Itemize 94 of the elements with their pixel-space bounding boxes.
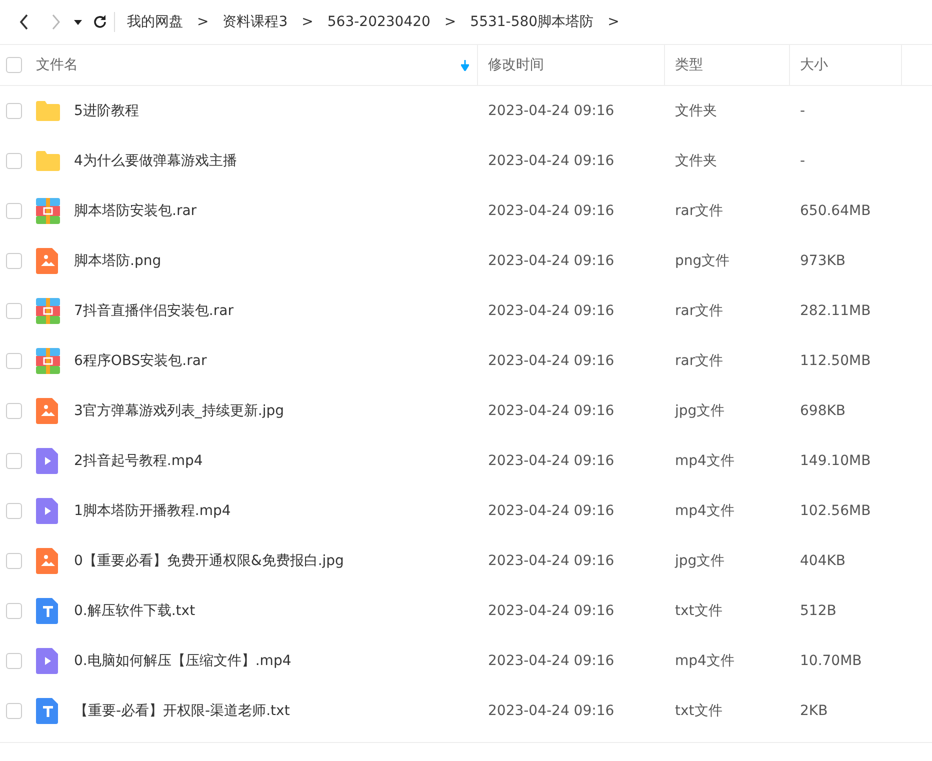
- row-checkbox[interactable]: [6, 203, 22, 219]
- file-type: txt文件: [674, 702, 724, 720]
- folder-icon: [36, 100, 60, 122]
- modified-time: 2023-04-24 09:16: [487, 103, 616, 119]
- file-name[interactable]: 0.电脑如何解压【压缩文件】.mp4: [74, 652, 292, 670]
- folder-icon: [36, 150, 60, 172]
- breadcrumb-separator: >: [444, 14, 456, 30]
- caret-icon[interactable]: [74, 20, 82, 24]
- modified-time: 2023-04-24 09:16: [487, 653, 616, 669]
- file-name[interactable]: 1脚本塔防开播教程.mp4: [74, 502, 231, 520]
- file-type: rar文件: [674, 202, 724, 220]
- file-size: 102.56MB: [799, 503, 872, 519]
- column-header[interactable]: 大小: [800, 56, 828, 74]
- row-checkbox[interactable]: [6, 353, 22, 369]
- file-size: -: [799, 153, 806, 169]
- file-type: jpg文件: [674, 402, 726, 420]
- breadcrumb-separator: >: [197, 14, 209, 30]
- row-checkbox[interactable]: [6, 103, 22, 119]
- modified-time: 2023-04-24 09:16: [487, 553, 616, 569]
- column-header[interactable]: 文件名: [36, 56, 78, 74]
- file-type: jpg文件: [674, 552, 726, 570]
- file-type: mp4文件: [674, 652, 736, 670]
- modified-time: 2023-04-24 09:16: [487, 453, 616, 469]
- file-name[interactable]: 脚本塔防.png: [74, 252, 162, 270]
- image-file-icon: [36, 398, 60, 424]
- file-name[interactable]: 脚本塔防安装包.rar: [74, 202, 197, 220]
- file-size: 282.11MB: [799, 303, 872, 319]
- modified-time: 2023-04-24 09:16: [487, 203, 616, 219]
- modified-time: 2023-04-24 09:16: [487, 703, 616, 719]
- column-header[interactable]: 修改时间: [488, 56, 544, 74]
- file-type: txt文件: [674, 602, 724, 620]
- file-name[interactable]: 2抖音起号教程.mp4: [74, 452, 203, 470]
- modified-time: 2023-04-24 09:16: [487, 403, 616, 419]
- text-file-icon: [36, 698, 60, 724]
- image-file-icon: [36, 248, 60, 274]
- breadcrumb-item[interactable]: 5531-580脚本塔防: [470, 13, 594, 31]
- file-size: 10.70MB: [799, 653, 863, 669]
- file-size: 404KB: [799, 553, 847, 569]
- archive-icon: [36, 198, 60, 224]
- row-checkbox[interactable]: [6, 403, 22, 419]
- archive-icon: [36, 298, 60, 324]
- breadcrumb-item[interactable]: 我的网盘: [127, 13, 183, 31]
- file-type: 文件夹: [674, 102, 718, 120]
- file-name[interactable]: 0【重要必看】免费开通权限&免费报白.jpg: [74, 552, 344, 570]
- file-name[interactable]: 【重要-必看】开权限-渠道老师.txt: [74, 702, 290, 720]
- modified-time: 2023-04-24 09:16: [487, 253, 616, 269]
- file-size: 2KB: [799, 703, 829, 719]
- file-type: png文件: [674, 252, 731, 270]
- sort-arrow-icon[interactable]: [461, 60, 469, 70]
- modified-time: 2023-04-24 09:16: [487, 303, 616, 319]
- video-file-icon: [36, 498, 60, 524]
- row-checkbox[interactable]: [6, 653, 22, 669]
- modified-time: 2023-04-24 09:16: [487, 153, 616, 169]
- file-name[interactable]: 5进阶教程: [74, 102, 139, 120]
- row-checkbox[interactable]: [6, 453, 22, 469]
- modified-time: 2023-04-24 09:16: [487, 603, 616, 619]
- video-file-icon: [36, 648, 60, 674]
- file-size: -: [799, 103, 806, 119]
- file-size: 973KB: [799, 253, 847, 269]
- image-file-icon: [36, 548, 60, 574]
- row-checkbox[interactable]: [6, 553, 22, 569]
- file-size: 650.64MB: [799, 203, 872, 219]
- modified-time: 2023-04-24 09:16: [487, 503, 616, 519]
- row-checkbox[interactable]: [6, 503, 22, 519]
- file-type: mp4文件: [674, 452, 736, 470]
- breadcrumb-item[interactable]: 563-20230420: [327, 14, 430, 30]
- row-checkbox[interactable]: [6, 303, 22, 319]
- row-checkbox[interactable]: [6, 253, 22, 269]
- file-type: mp4文件: [674, 502, 736, 520]
- breadcrumb-separator: >: [608, 14, 620, 30]
- file-type: 文件夹: [674, 152, 718, 170]
- file-name[interactable]: 3官方弹幕游戏列表_持续更新.jpg: [74, 402, 284, 420]
- archive-icon: [36, 348, 60, 374]
- column-header[interactable]: 类型: [675, 56, 703, 74]
- file-type: rar文件: [674, 352, 724, 370]
- row-checkbox[interactable]: [6, 703, 22, 719]
- file-size: 512B: [799, 603, 838, 619]
- file-name[interactable]: 4为什么要做弹幕游戏主播: [74, 152, 237, 170]
- breadcrumb-separator: >: [302, 14, 314, 30]
- row-checkbox[interactable]: [6, 603, 22, 619]
- file-type: rar文件: [674, 302, 724, 320]
- file-name[interactable]: 7抖音直播伴侣安装包.rar: [74, 302, 234, 320]
- file-name[interactable]: 6程序OBS安装包.rar: [74, 352, 207, 370]
- refresh-icon[interactable]: [92, 14, 108, 30]
- text-file-icon: [36, 598, 60, 624]
- modified-time: 2023-04-24 09:16: [487, 353, 616, 369]
- row-checkbox[interactable]: [6, 153, 22, 169]
- select-all-checkbox[interactable]: [6, 57, 22, 73]
- video-file-icon: [36, 448, 60, 474]
- breadcrumb-item[interactable]: 资料课程3: [222, 13, 288, 31]
- file-size: 698KB: [799, 403, 847, 419]
- file-size: 149.10MB: [799, 453, 872, 469]
- file-size: 112.50MB: [799, 353, 872, 369]
- file-name[interactable]: 0.解压软件下载.txt: [74, 602, 196, 620]
